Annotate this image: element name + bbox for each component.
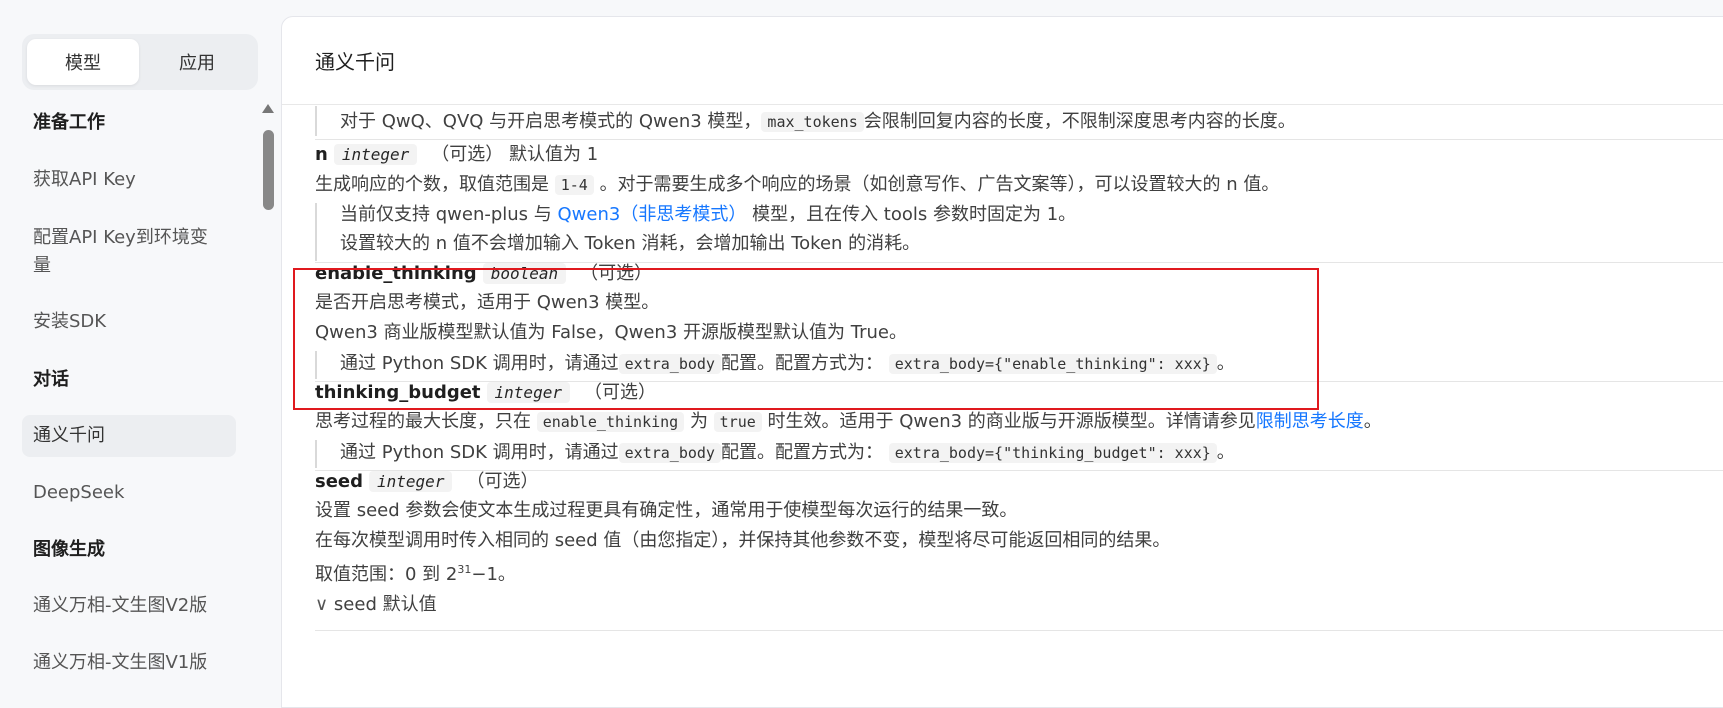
param-n-header: n integer （可选） 默认值为 1 [315, 144, 599, 165]
inline-code: extra_body={"thinking_budget": xxx} [888, 443, 1217, 463]
param-type: integer [333, 144, 418, 165]
model-app-switch: 模型 应用 [22, 34, 258, 90]
note-bar [315, 440, 317, 468]
scroll-thumb[interactable] [263, 130, 274, 210]
param-enable-thinking-note: 通过 Python SDK 调用时，请通过 extra_body 配置。配置方式为：… [340, 353, 1235, 374]
inline-code: extra_body={"enable_thinking": xxx} [888, 354, 1217, 374]
param-n-note2: 设置较大的 n 值不会增加输入 Token 消耗，会增加输出 Token 的消耗… [340, 233, 921, 254]
nav-item-install-sdk[interactable]: 安装SDK [22, 308, 236, 336]
param-type: boolean [482, 263, 567, 284]
header-divider [282, 104, 1723, 105]
nav-item-wanx-v2[interactable]: 通义万相-文生图V2版 [22, 592, 236, 620]
nav-item-config-api-key[interactable]: 配置API Key到环境变量 [22, 224, 236, 280]
param-type: integer [369, 471, 453, 492]
param-thinking-budget-desc: 思考过程的最大长度，只在 enable_thinking 为 true 时生效。… [315, 411, 1382, 432]
divider [315, 630, 1723, 631]
sidebar: 模型 应用 准备工作 获取API Key 配置API Key到环境变量 安装SD… [0, 0, 274, 685]
note-bar [315, 351, 317, 379]
param-name: thinking_budget [315, 382, 481, 403]
note-bar [315, 203, 317, 261]
param-seed-desc1: 设置 seed 参数会使文本生成过程更具有确定性，通常用于使模型每次运行的结果一… [315, 500, 1018, 521]
inline-code: max_tokens [761, 112, 864, 132]
param-enable-thinking-desc1: 是否开启思考模式，适用于 Qwen3 模型。 [315, 292, 660, 313]
param-seed-range: 取值范围：0 到 231−1。 [315, 563, 516, 585]
tab-app[interactable]: 应用 [141, 39, 253, 85]
param-seed-desc2: 在每次模型调用时传入相同的 seed 值（由您指定），并保持其他参数不变，模型将… [315, 530, 1171, 551]
param-thinking-budget-note: 通过 Python SDK 调用时，请通过 extra_body 配置。配置方式为：… [340, 442, 1235, 463]
param-n-note1: 当前仅支持 qwen-plus 与 Qwen3（非思考模式） 模型，且在传入 t… [340, 204, 1077, 225]
inline-code: extra_body [618, 443, 721, 463]
param-type: integer [486, 382, 570, 403]
qwen3-link[interactable]: Qwen3（非思考模式） [558, 204, 747, 225]
nav-section-prep: 准备工作 [33, 112, 105, 133]
tab-model[interactable]: 模型 [27, 39, 139, 85]
page-title: 通义千问 [315, 50, 395, 74]
max-tokens-note: 对于 QwQ、QVQ 与开启思考模式的 Qwen3 模型， max_tokens 会… [340, 111, 1296, 132]
param-enable-thinking-desc2: Qwen3 商业版模型默认值为 False，Qwen3 开源版模型默认值为 Tr… [315, 322, 907, 343]
note-bar [315, 106, 317, 136]
sidebar-scrollbar[interactable] [262, 104, 274, 684]
nav-item-wanx-v1[interactable]: 通义万相-文生图V1版 [22, 649, 236, 677]
divider [315, 139, 1723, 140]
param-name: seed [315, 471, 364, 492]
nav-item-qwen[interactable]: 通义千问 [22, 415, 236, 457]
thinking-length-link[interactable]: 限制思考长度 [1256, 411, 1364, 432]
main-content: 通义千问 对于 QwQ、QVQ 与开启思考模式的 Qwen3 模型， max_to… [281, 16, 1723, 708]
chevron-down-icon: ∨ [315, 594, 329, 615]
inline-code: 1-4 [554, 175, 594, 195]
nav-section-image-gen: 图像生成 [33, 539, 105, 560]
inline-code: true [713, 412, 762, 432]
param-n-desc: 生成响应的个数，取值范围是 1-4 。对于需要生成多个响应的场景（如创意写作、广… [315, 174, 1280, 195]
scroll-up-arrow-icon[interactable] [262, 104, 274, 113]
param-name: enable_thinking [315, 263, 477, 284]
param-enable-thinking-header: enable_thinking boolean （可选） [315, 263, 653, 284]
nav-section-chat: 对话 [33, 369, 69, 390]
param-thinking-budget-header: thinking_budget integer （可选） [315, 382, 656, 403]
param-name: n [315, 144, 328, 165]
nav-item-deepseek[interactable]: DeepSeek [22, 479, 236, 507]
nav-item-get-api-key[interactable]: 获取API Key [22, 166, 236, 194]
param-seed-header: seed integer （可选） [315, 471, 539, 492]
seed-default-toggle[interactable]: ∨ seed 默认值 [315, 592, 437, 618]
inline-code: extra_body [618, 354, 721, 374]
inline-code: enable_thinking [536, 412, 685, 432]
